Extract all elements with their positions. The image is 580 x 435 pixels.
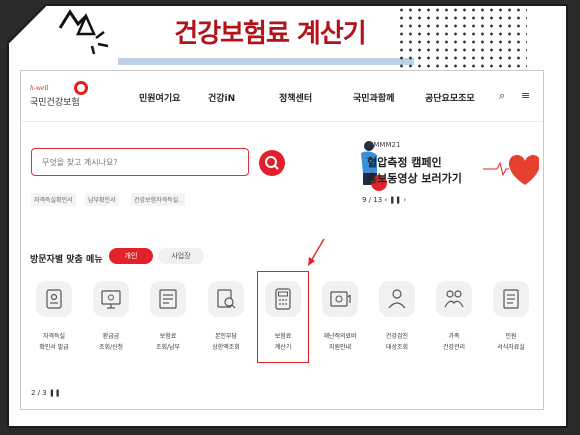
nav-item-together[interactable]: 국민과함께 bbox=[353, 91, 394, 104]
form-document-icon bbox=[503, 289, 519, 309]
custom-menu-title: 방문자별 맞춤 메뉴 bbox=[30, 255, 103, 265]
menu-item-premium[interactable]: 보험료 조회/납부 bbox=[140, 281, 196, 353]
banner-headline-2[interactable]: 홍보동영상 보러가기 bbox=[367, 170, 462, 186]
search-input[interactable]: 무엇을 찾고 계시나요? bbox=[31, 148, 249, 176]
menu-item-label: 보험료 조회/납부 bbox=[155, 333, 181, 351]
slide-title: 건강보험료 계산기 bbox=[174, 19, 366, 49]
menu-item-label: 환급금 조회/신청 bbox=[98, 333, 124, 351]
logo-tagline: h-well bbox=[30, 85, 49, 92]
search-document-icon bbox=[217, 289, 236, 309]
menu-item-family-health[interactable]: 가족 건강관리 bbox=[426, 281, 482, 353]
website-screenshot: h-well 국민건강보험 민원여기요 건강iN 정책센터 국민과함께 공단요모… bbox=[20, 70, 544, 410]
menu-item-label: 재난적의료비 지원안내 bbox=[323, 333, 357, 351]
family-icon bbox=[444, 290, 464, 308]
menu-item-health-checkup[interactable]: 건강검진 대상조회 bbox=[369, 281, 425, 353]
heart-pulse-icon bbox=[483, 155, 539, 185]
menu-item-disaster-medical[interactable]: 재난적의료비 지원안내 bbox=[312, 281, 368, 353]
menu-item-label: 가족 건강관리 bbox=[442, 333, 466, 351]
menu-item-refund[interactable]: 환급금 조회/신청 bbox=[83, 281, 139, 353]
quick-link-qualification[interactable]: 자격득실확인서 bbox=[31, 193, 76, 206]
menu-item-label: 자격득실 확인서 발급 bbox=[39, 333, 69, 351]
quick-link-insurance-status[interactable]: 건강보험자격득실.. bbox=[131, 193, 185, 206]
menu-item-copay-limit[interactable]: 본인부담 상한액조회 bbox=[198, 281, 254, 353]
logo-mark-icon bbox=[74, 81, 88, 95]
nav-item-policy[interactable]: 정책센터 bbox=[279, 91, 312, 104]
nav-item-minwon[interactable]: 민원여기요 bbox=[139, 91, 180, 104]
site-logo[interactable]: 국민건강보험 bbox=[30, 95, 80, 108]
menu-item-label: 본인부담 상한액조회 bbox=[212, 333, 240, 351]
person-check-icon bbox=[388, 289, 406, 309]
pointer-arrow-icon bbox=[308, 238, 325, 266]
dot-pattern-decoration bbox=[397, 6, 527, 74]
banner-tag: K-MMM21 bbox=[367, 141, 401, 149]
menu-item-label: 건강검진 대상조회 bbox=[385, 333, 409, 351]
id-card-icon bbox=[46, 289, 62, 309]
tab-business[interactable]: 사업장 bbox=[158, 248, 204, 264]
menu-pager[interactable]: 2 / 3 ❚❚ bbox=[31, 389, 61, 397]
menu-item-label: 민원 서식자료실 bbox=[497, 333, 525, 351]
search-icon[interactable]: ⌕ bbox=[499, 89, 505, 103]
bill-icon bbox=[159, 289, 177, 309]
monitor-refund-icon bbox=[101, 290, 121, 309]
banner-headline-1[interactable]: 혈압측정 캠페인 bbox=[367, 154, 442, 170]
menu-item-qualification[interactable]: 자격득실 확인서 발급 bbox=[26, 281, 82, 353]
folded-corner-decoration bbox=[7, 4, 47, 44]
magnifier-icon bbox=[265, 156, 279, 170]
menu-item-forms[interactable]: 민원 서식자료실 bbox=[483, 281, 539, 353]
site-header: h-well 국민건강보험 민원여기요 건강iN 정책센터 국민과함께 공단요모… bbox=[21, 71, 543, 122]
nav-item-health-in[interactable]: 건강iN bbox=[208, 91, 235, 104]
quick-link-payment[interactable]: 납부확인서 bbox=[85, 193, 119, 206]
highlight-box bbox=[257, 271, 309, 363]
nav-item-about[interactable]: 공단요모조모 bbox=[425, 91, 475, 104]
title-underline bbox=[118, 58, 414, 65]
banner-pager[interactable]: 9 / 13 ‹ ❚❚ › bbox=[362, 196, 406, 204]
tab-personal[interactable]: 개인 bbox=[109, 248, 153, 264]
search-button[interactable] bbox=[259, 150, 285, 176]
click-spark-icon bbox=[58, 9, 109, 55]
search-placeholder: 무엇을 찾고 계시나요? bbox=[42, 158, 118, 167]
medical-support-icon bbox=[330, 291, 351, 307]
menu-icon[interactable]: ≡ bbox=[521, 89, 530, 102]
